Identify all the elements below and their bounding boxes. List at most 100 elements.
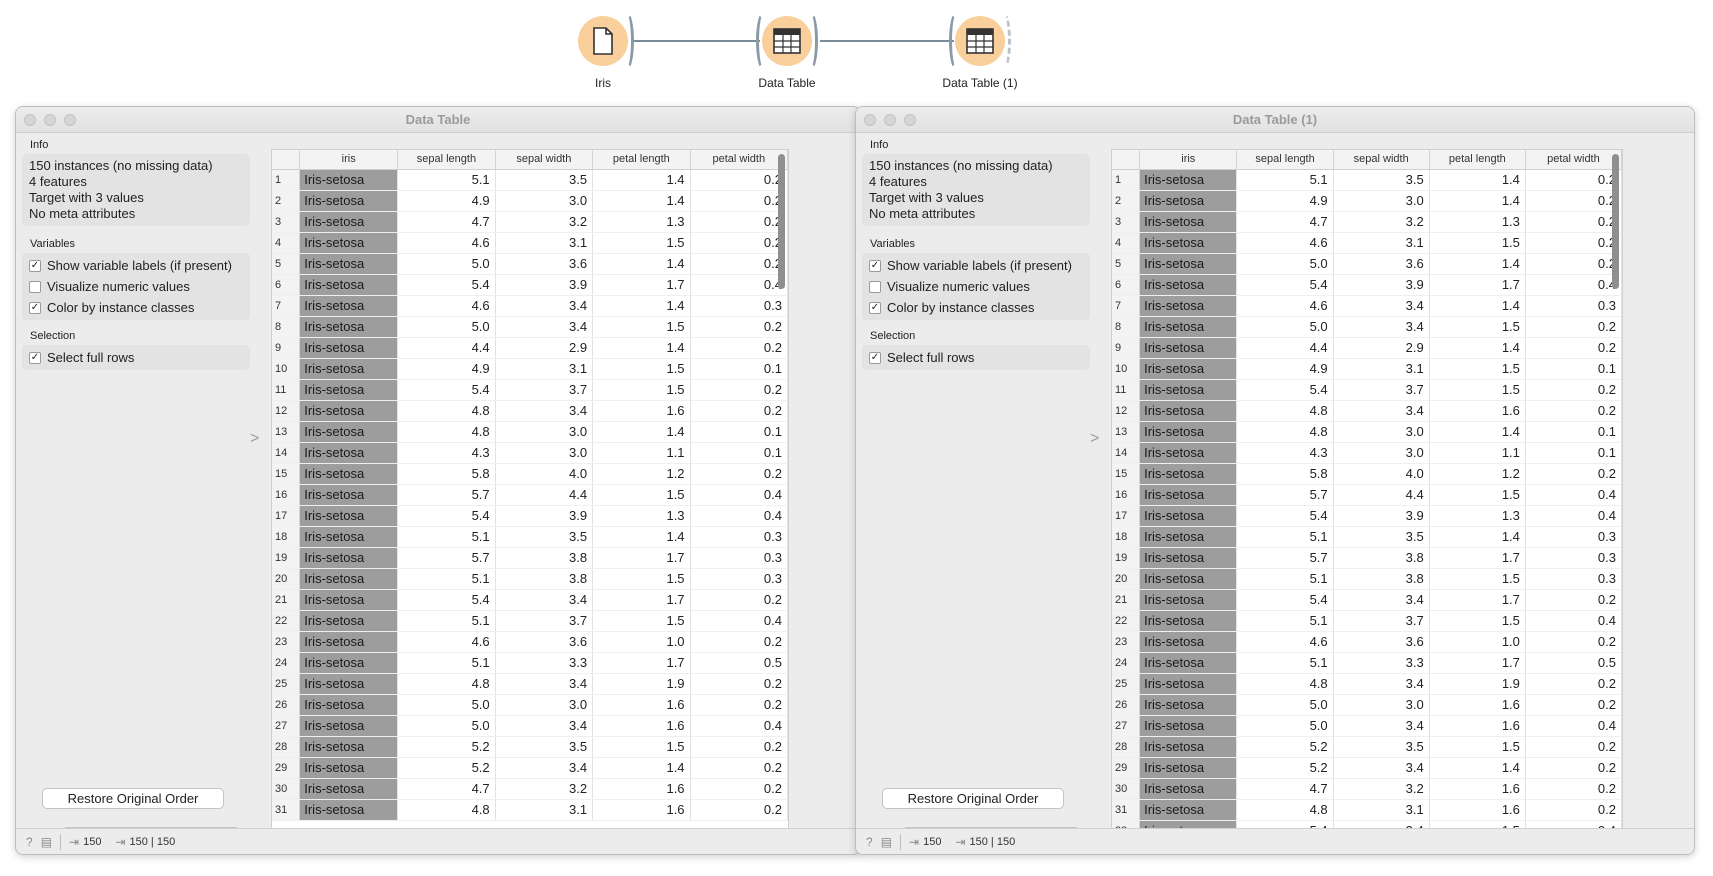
class-cell[interactable]: Iris-setosa bbox=[299, 316, 399, 338]
value-cell[interactable]: 3.7 bbox=[1333, 379, 1430, 401]
value-cell[interactable]: 3.4 bbox=[495, 295, 594, 317]
value-cell[interactable]: 0.4 bbox=[690, 715, 788, 737]
class-cell[interactable]: Iris-setosa bbox=[1139, 736, 1238, 758]
row-number[interactable]: 17 bbox=[1112, 505, 1141, 527]
column-header[interactable]: iris bbox=[299, 150, 399, 170]
report-icon[interactable]: ▤ bbox=[41, 835, 52, 849]
row-number[interactable]: 12 bbox=[1112, 400, 1141, 422]
row-number[interactable]: 31 bbox=[272, 799, 301, 821]
value-cell[interactable]: 0.3 bbox=[1525, 568, 1622, 590]
value-cell[interactable]: 0.5 bbox=[690, 652, 788, 674]
table-row[interactable]: 1 Iris-setosa 5.1 3.5 1.4 0.2 bbox=[272, 169, 788, 191]
value-cell[interactable]: 1.5 bbox=[1429, 316, 1526, 338]
class-cell[interactable]: Iris-setosa bbox=[299, 400, 399, 422]
value-cell[interactable]: 5.1 bbox=[1236, 652, 1334, 674]
data-table[interactable]: iris sepal length sepal width petal length p… bbox=[271, 149, 789, 829]
value-cell[interactable]: 3.5 bbox=[495, 526, 594, 548]
class-cell[interactable]: Iris-setosa bbox=[299, 358, 399, 380]
table-row[interactable]: 8 Iris-setosa 5.0 3.4 1.5 0.2 bbox=[272, 316, 788, 338]
value-cell[interactable]: 3.1 bbox=[495, 358, 594, 380]
row-number[interactable]: 5 bbox=[1112, 253, 1141, 275]
value-cell[interactable]: 0.2 bbox=[1525, 778, 1622, 800]
value-cell[interactable]: 4.8 bbox=[1236, 673, 1334, 695]
value-cell[interactable]: 5.0 bbox=[1236, 694, 1334, 716]
row-number[interactable]: 25 bbox=[272, 673, 301, 695]
class-cell[interactable]: Iris-setosa bbox=[299, 232, 399, 254]
table-row[interactable]: 10 Iris-setosa 4.9 3.1 1.5 0.1 bbox=[272, 358, 788, 380]
table-row[interactable]: 17 Iris-setosa 5.4 3.9 1.3 0.4 bbox=[1112, 505, 1622, 527]
class-cell[interactable]: Iris-setosa bbox=[1139, 274, 1238, 296]
table-row[interactable]: 11 Iris-setosa 5.4 3.7 1.5 0.2 bbox=[272, 379, 788, 401]
value-cell[interactable]: 4.0 bbox=[1333, 463, 1430, 485]
value-cell[interactable]: 5.7 bbox=[397, 484, 496, 506]
table-row[interactable]: 14 Iris-setosa 4.3 3.0 1.1 0.1 bbox=[272, 442, 788, 464]
window-titlebar[interactable]: Data Table (1) bbox=[856, 107, 1694, 133]
value-cell[interactable]: 1.4 bbox=[592, 526, 691, 548]
value-cell[interactable]: 3.2 bbox=[495, 211, 594, 233]
value-cell[interactable]: 3.4 bbox=[1333, 295, 1430, 317]
value-cell[interactable]: 1.6 bbox=[1429, 694, 1526, 716]
value-cell[interactable]: 1.6 bbox=[592, 400, 691, 422]
table-row[interactable]: 9 Iris-setosa 4.4 2.9 1.4 0.2 bbox=[1112, 337, 1622, 359]
row-number[interactable]: 25 bbox=[1112, 673, 1141, 695]
class-cell[interactable]: Iris-setosa bbox=[299, 568, 399, 590]
class-cell[interactable]: Iris-setosa bbox=[299, 778, 399, 800]
value-cell[interactable]: 3.4 bbox=[1333, 400, 1430, 422]
value-cell[interactable]: 5.4 bbox=[397, 274, 496, 296]
value-cell[interactable]: 4.9 bbox=[397, 358, 496, 380]
value-cell[interactable]: 3.1 bbox=[1333, 358, 1430, 380]
value-cell[interactable]: 2.9 bbox=[495, 337, 594, 359]
value-cell[interactable]: 0.2 bbox=[1525, 757, 1622, 779]
class-cell[interactable]: Iris-setosa bbox=[1139, 799, 1238, 821]
row-number[interactable]: 21 bbox=[1112, 589, 1141, 611]
output-anchor[interactable] bbox=[997, 12, 1011, 70]
row-number[interactable]: 29 bbox=[1112, 757, 1141, 779]
class-cell[interactable]: Iris-setosa bbox=[1139, 316, 1238, 338]
value-cell[interactable]: 1.5 bbox=[592, 484, 691, 506]
value-cell[interactable]: 1.4 bbox=[592, 337, 691, 359]
row-number[interactable]: 6 bbox=[1112, 274, 1141, 296]
value-cell[interactable]: 4.6 bbox=[1236, 232, 1334, 254]
row-number[interactable]: 22 bbox=[272, 610, 301, 632]
table-row[interactable]: 13 Iris-setosa 4.8 3.0 1.4 0.1 bbox=[1112, 421, 1622, 443]
node-iris-circle[interactable] bbox=[578, 12, 634, 70]
class-cell[interactable]: Iris-setosa bbox=[299, 169, 399, 191]
class-cell[interactable]: Iris-setosa bbox=[299, 442, 399, 464]
value-cell[interactable]: 3.7 bbox=[495, 379, 594, 401]
row-number[interactable]: 27 bbox=[272, 715, 301, 737]
value-cell[interactable]: 4.8 bbox=[397, 673, 496, 695]
class-cell[interactable]: Iris-setosa bbox=[299, 295, 399, 317]
row-number[interactable]: 15 bbox=[1112, 463, 1141, 485]
value-cell[interactable]: 4.4 bbox=[1236, 337, 1334, 359]
value-cell[interactable]: 0.2 bbox=[690, 337, 788, 359]
value-cell[interactable]: 3.3 bbox=[495, 652, 594, 674]
visualize-numeric-values-checkbox[interactable]: Visualize numeric values bbox=[869, 276, 1083, 297]
value-cell[interactable]: 0.2 bbox=[690, 211, 788, 233]
value-cell[interactable]: 0.2 bbox=[690, 673, 788, 695]
table-row[interactable]: 4 Iris-setosa 4.6 3.1 1.5 0.2 bbox=[272, 232, 788, 254]
value-cell[interactable]: 1.5 bbox=[1429, 232, 1526, 254]
value-cell[interactable]: 1.4 bbox=[1429, 190, 1526, 212]
row-number[interactable]: 5 bbox=[272, 253, 301, 275]
value-cell[interactable]: 0.3 bbox=[1525, 547, 1622, 569]
value-cell[interactable]: 0.2 bbox=[1525, 589, 1622, 611]
value-cell[interactable]: 1.3 bbox=[592, 505, 691, 527]
table-row[interactable]: 23 Iris-setosa 4.6 3.6 1.0 0.2 bbox=[1112, 631, 1622, 653]
table-row[interactable]: 26 Iris-setosa 5.0 3.0 1.6 0.2 bbox=[272, 694, 788, 716]
table-row[interactable]: 8 Iris-setosa 5.0 3.4 1.5 0.2 bbox=[1112, 316, 1622, 338]
class-cell[interactable]: Iris-setosa bbox=[1139, 190, 1238, 212]
value-cell[interactable]: 3.0 bbox=[1333, 190, 1430, 212]
value-cell[interactable]: 0.5 bbox=[1525, 652, 1622, 674]
value-cell[interactable]: 5.4 bbox=[397, 589, 496, 611]
value-cell[interactable]: 1.5 bbox=[592, 358, 691, 380]
checkbox[interactable]: ✓ bbox=[869, 351, 881, 364]
table-row[interactable]: 31 Iris-setosa 4.8 3.1 1.6 0.2 bbox=[1112, 799, 1622, 821]
corner-header[interactable] bbox=[1112, 150, 1141, 170]
value-cell[interactable]: 0.2 bbox=[1525, 211, 1622, 233]
checkbox[interactable]: ✓ bbox=[29, 301, 41, 314]
corner-header[interactable] bbox=[272, 150, 301, 170]
value-cell[interactable]: 0.3 bbox=[690, 547, 788, 569]
value-cell[interactable]: 4.7 bbox=[397, 778, 496, 800]
value-cell[interactable]: 1.7 bbox=[592, 589, 691, 611]
value-cell[interactable]: 0.2 bbox=[1525, 316, 1622, 338]
